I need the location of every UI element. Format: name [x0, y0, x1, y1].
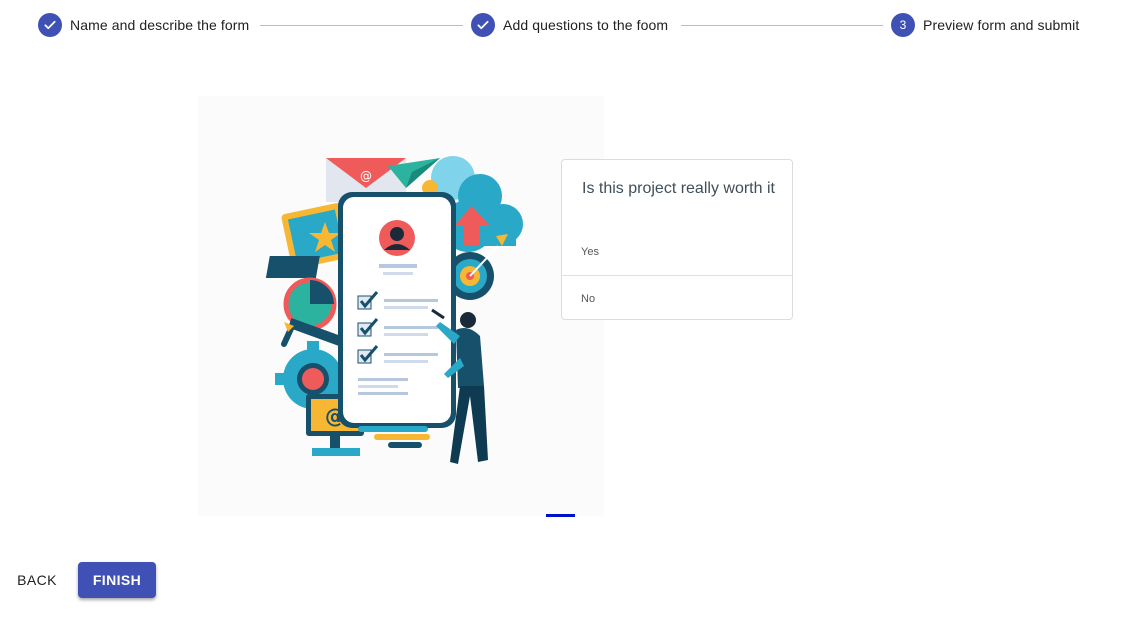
check-icon [471, 13, 495, 37]
option-no[interactable]: No [562, 293, 792, 305]
check-icon [38, 13, 62, 37]
step-label: Preview form and submit [923, 17, 1080, 33]
option-divider [562, 275, 792, 276]
step-add-questions[interactable]: Add questions to the foom [471, 13, 668, 37]
step-number: 3 [891, 13, 915, 37]
step-label: Name and describe the form [70, 17, 250, 33]
step-connector [681, 25, 883, 26]
question-card: Is this project really worth it Yes No [561, 159, 793, 320]
stepper: Name and describe the form Add questions… [0, 0, 1131, 52]
finish-button[interactable]: FINISH [78, 562, 156, 598]
svg-text:@: @ [360, 169, 372, 183]
step-connector [260, 25, 463, 26]
back-button[interactable]: BACK [7, 563, 67, 597]
carousel-indicator[interactable] [546, 514, 575, 517]
step-label: Add questions to the foom [503, 17, 669, 33]
form-checklist-illustration: @ @ [198, 96, 604, 516]
step-preview-submit[interactable]: 3 Preview form and submit [891, 13, 1079, 37]
option-yes[interactable]: Yes [562, 246, 792, 258]
phone-form-icon [338, 192, 456, 428]
question-title: Is this project really worth it [582, 180, 775, 197]
step-name-describe[interactable]: Name and describe the form [38, 13, 249, 37]
